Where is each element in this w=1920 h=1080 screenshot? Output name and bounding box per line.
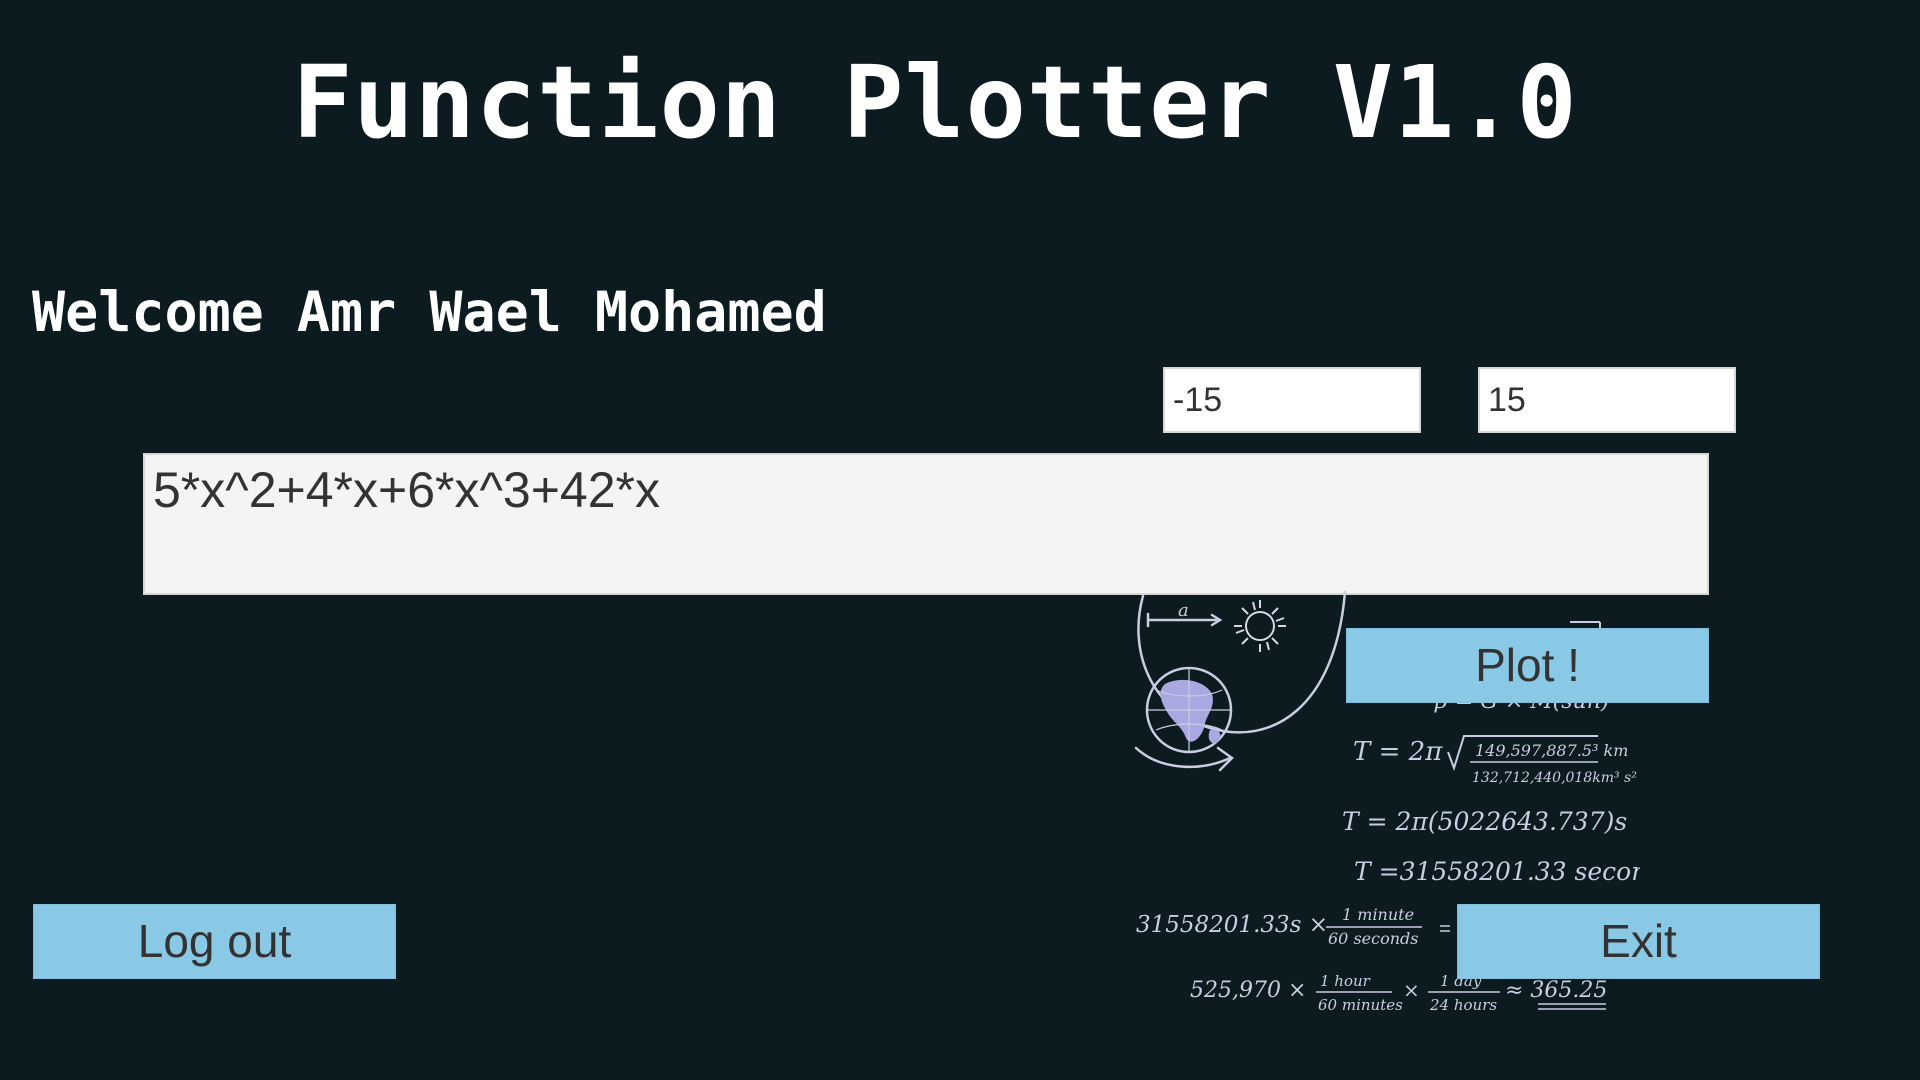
x-max-input[interactable] (1478, 367, 1736, 433)
sun-icon (1234, 600, 1286, 652)
app-title: Function Plotter V1.0 (292, 44, 1578, 161)
formula-day-denominator: 24 hours (1429, 996, 1497, 1014)
function-plotter-window: Function Plotter V1.0 Welcome Amr Wael M… (0, 0, 1920, 1080)
formula-minute-denominator: 60 seconds (1328, 929, 1418, 948)
orbit-label: a (1178, 600, 1189, 621)
formula-minute-numerator: 1 minute (1342, 905, 1414, 924)
formula-hour-denominator: 60 minutes (1318, 996, 1403, 1014)
function-input[interactable]: 5*x^2+4*x+6*x^3+42*x (143, 453, 1709, 595)
formula-period-value: T = 2π(5022643.737)s (1342, 807, 1627, 836)
logout-button[interactable]: Log out (33, 904, 396, 979)
formula-minutes-to-days: 525,970 × (1190, 978, 1306, 1003)
svg-text:×: × (1403, 978, 1420, 1002)
exit-button[interactable]: Exit (1457, 904, 1820, 979)
formula-sqrt-denominator: 132,712,440,018km³ s² (1472, 770, 1637, 786)
plot-button[interactable]: Plot ! (1346, 628, 1709, 703)
x-min-input[interactable] (1163, 367, 1421, 433)
formula-sqrt-numerator: 149,597,887.5³ km (1475, 741, 1628, 760)
formula-year-result: ≈ 365.25 (1505, 978, 1607, 1003)
formula-period-sqrt: T = 2π (1353, 737, 1443, 767)
formula-period-seconds: T =31558201.33 seconds (1354, 857, 1640, 886)
formula-seconds-to-minutes: 31558201.33s × (1136, 912, 1328, 938)
welcome-message: Welcome Amr Wael Mohamed (32, 280, 827, 344)
formula-hour-numerator: 1 hour (1320, 972, 1371, 990)
globe-icon (1145, 666, 1233, 754)
